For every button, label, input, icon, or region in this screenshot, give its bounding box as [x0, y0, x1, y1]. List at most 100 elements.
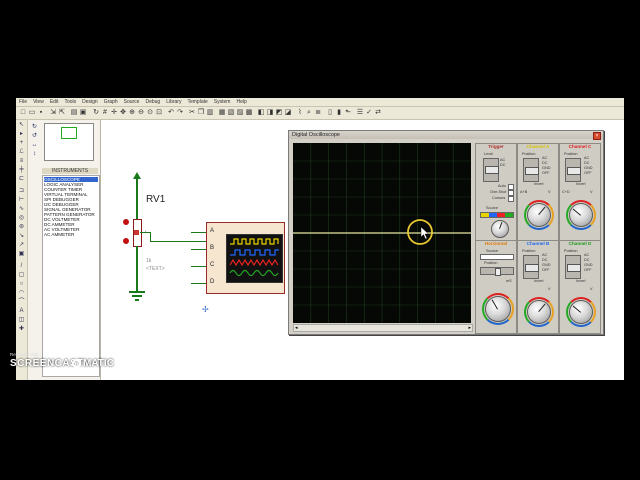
knob-indicator: [491, 299, 498, 310]
ground-icon-bottom: [135, 299, 139, 301]
channel-b-scale-knob[interactable]: [527, 300, 551, 324]
channel-c-gnd-label[interactable]: GND: [584, 166, 592, 170]
channel-a-invert-label[interactable]: Invert: [534, 182, 544, 186]
pin-label-a: A: [210, 228, 215, 234]
channel-a-gnd-label[interactable]: GND: [542, 166, 550, 170]
text-placeholder: <TEXT>: [146, 266, 165, 272]
channel-d-title: Channel D: [568, 241, 592, 246]
channel-d-position-label: Position: [564, 249, 578, 253]
channel-b-gnd-label[interactable]: GND: [542, 263, 550, 267]
pin-b-stub: [191, 249, 206, 250]
slider-thumb[interactable]: [567, 167, 581, 175]
trigger-level-label: Level: [484, 152, 494, 156]
channel-a-title: Channel A: [526, 144, 550, 149]
pot-pin-indicator: [123, 238, 129, 244]
channel-c-invert-label[interactable]: Invert: [576, 182, 586, 186]
horizontal-position-label: Position: [484, 261, 498, 265]
channel-d-ac-label[interactable]: AC: [584, 253, 589, 257]
channel-b-ac-label[interactable]: AC: [542, 253, 547, 257]
channel-d-v-label: V: [590, 287, 593, 291]
screencast-watermark: Recorded with SCREENCAST MATIC: [10, 352, 130, 376]
trigger-knob[interactable]: [491, 220, 509, 238]
channel-c-ac-label[interactable]: AC: [584, 156, 589, 160]
horizontal-ms-label: mS: [506, 279, 512, 283]
channel-d-gnd-label[interactable]: GND: [584, 263, 592, 267]
knob-indicator: [538, 206, 546, 215]
horizontal-panel: Horizontal Source Position mS: [475, 240, 517, 334]
source-selector[interactable]: [480, 212, 514, 218]
channel-c-position-slider[interactable]: [565, 158, 581, 182]
channel-c-dc-label[interactable]: DC: [584, 161, 589, 165]
screen-grid: [293, 143, 471, 323]
channel-c-cd-label[interactable]: C+D: [562, 190, 570, 194]
pin-a-stub: [191, 232, 206, 233]
wire[interactable]: [136, 246, 138, 291]
power-terminal-icon[interactable]: [133, 172, 141, 179]
ground-icon-mid: [132, 295, 142, 297]
scroll-left-icon[interactable]: ◂: [295, 325, 298, 331]
oscilloscope-title: Digital Oscilloscope: [292, 132, 340, 138]
slider-thumb[interactable]: [525, 264, 539, 272]
channel-b-off-label[interactable]: OFF: [542, 268, 550, 272]
channel-c-position-label: Position: [564, 152, 578, 156]
horizontal-title: Horizontal: [484, 241, 508, 246]
trigger-source-label: Source: [486, 206, 499, 210]
channel-b-panel: Channel B Position AC DC GND OFF Invert …: [517, 240, 559, 334]
watermark-logo-icon: [72, 359, 81, 368]
slider-thumb[interactable]: [485, 166, 499, 174]
channel-d-off-label[interactable]: OFF: [584, 268, 592, 272]
channel-c-title: Channel C: [568, 144, 592, 149]
channel-d-position-slider[interactable]: [565, 255, 581, 279]
channel-a-off-label[interactable]: OFF: [542, 171, 550, 175]
channel-d-invert-label[interactable]: Invert: [576, 279, 586, 283]
channel-a-scale-knob[interactable]: [527, 203, 551, 227]
trigger-panel: Trigger Level AC DC Auto One-Shot Cursor…: [475, 143, 517, 241]
potentiometer-wiper[interactable]: [134, 230, 139, 235]
channel-d-dc-label[interactable]: DC: [584, 258, 589, 262]
trigger-ac-label: AC: [500, 158, 506, 162]
pin-c-stub: [191, 266, 206, 267]
oscilloscope-screen[interactable]: [293, 143, 471, 323]
channel-c-panel: Channel C Position AC DC GND OFF Invert …: [559, 143, 601, 241]
trigger-cursors-label[interactable]: Cursors: [492, 196, 505, 200]
oscilloscope-symbol-screen: [226, 234, 283, 283]
channel-a-ac-label[interactable]: AC: [542, 156, 547, 160]
pot-pin-indicator: [123, 219, 129, 225]
slider-thumb[interactable]: [495, 268, 501, 276]
channel-b-invert-label[interactable]: Invert: [534, 279, 544, 283]
horizontal-source-selector[interactable]: [480, 254, 514, 260]
pot-label: RV1: [146, 194, 166, 205]
channel-d-scale-knob[interactable]: [569, 300, 593, 324]
oscilloscope-titlebar[interactable]: Digital Oscilloscope ×: [289, 131, 603, 140]
ground-icon[interactable]: [129, 291, 145, 293]
cursors-checkbox[interactable]: [508, 196, 514, 202]
channel-a-position-label: Position: [522, 152, 536, 156]
horizontal-source-label: Source: [486, 249, 499, 253]
close-icon[interactable]: ×: [593, 132, 601, 140]
horizontal-position-slider[interactable]: [480, 267, 514, 276]
channel-a-position-slider[interactable]: [523, 158, 539, 182]
channel-c-scale-knob[interactable]: [569, 203, 593, 227]
channel-c-off-label[interactable]: OFF: [584, 171, 592, 175]
trigger-dc-label: DC: [500, 163, 506, 167]
channel-a-ab-label[interactable]: A+B: [520, 190, 527, 194]
channel-a-dc-label[interactable]: DC: [542, 161, 547, 165]
trigger-one-shot-label[interactable]: One-Shot: [490, 190, 506, 194]
oscilloscope-window[interactable]: Digital Oscilloscope × ◂ ▸ Trigger Level…: [288, 130, 604, 335]
horizontal-scrollbar[interactable]: ◂ ▸: [293, 324, 473, 332]
wiper-arrow-icon: ‹: [145, 229, 147, 235]
channel-b-position-slider[interactable]: [523, 255, 539, 279]
channel-c-v-label: V: [590, 190, 593, 194]
trigger-auto-label[interactable]: Auto: [498, 184, 506, 188]
wire[interactable]: [150, 241, 206, 242]
oscilloscope-symbol[interactable]: A B C D: [206, 222, 285, 294]
scroll-right-icon[interactable]: ▸: [468, 325, 471, 331]
trigger-level-slider[interactable]: [483, 158, 499, 182]
symbol-waveforms: [229, 238, 279, 277]
slider-thumb[interactable]: [567, 264, 581, 272]
pin-label-b: B: [210, 245, 215, 251]
wire[interactable]: [136, 179, 138, 219]
timebase-knob[interactable]: [485, 296, 511, 322]
slider-thumb[interactable]: [525, 167, 539, 175]
channel-b-dc-label[interactable]: DC: [542, 258, 547, 262]
